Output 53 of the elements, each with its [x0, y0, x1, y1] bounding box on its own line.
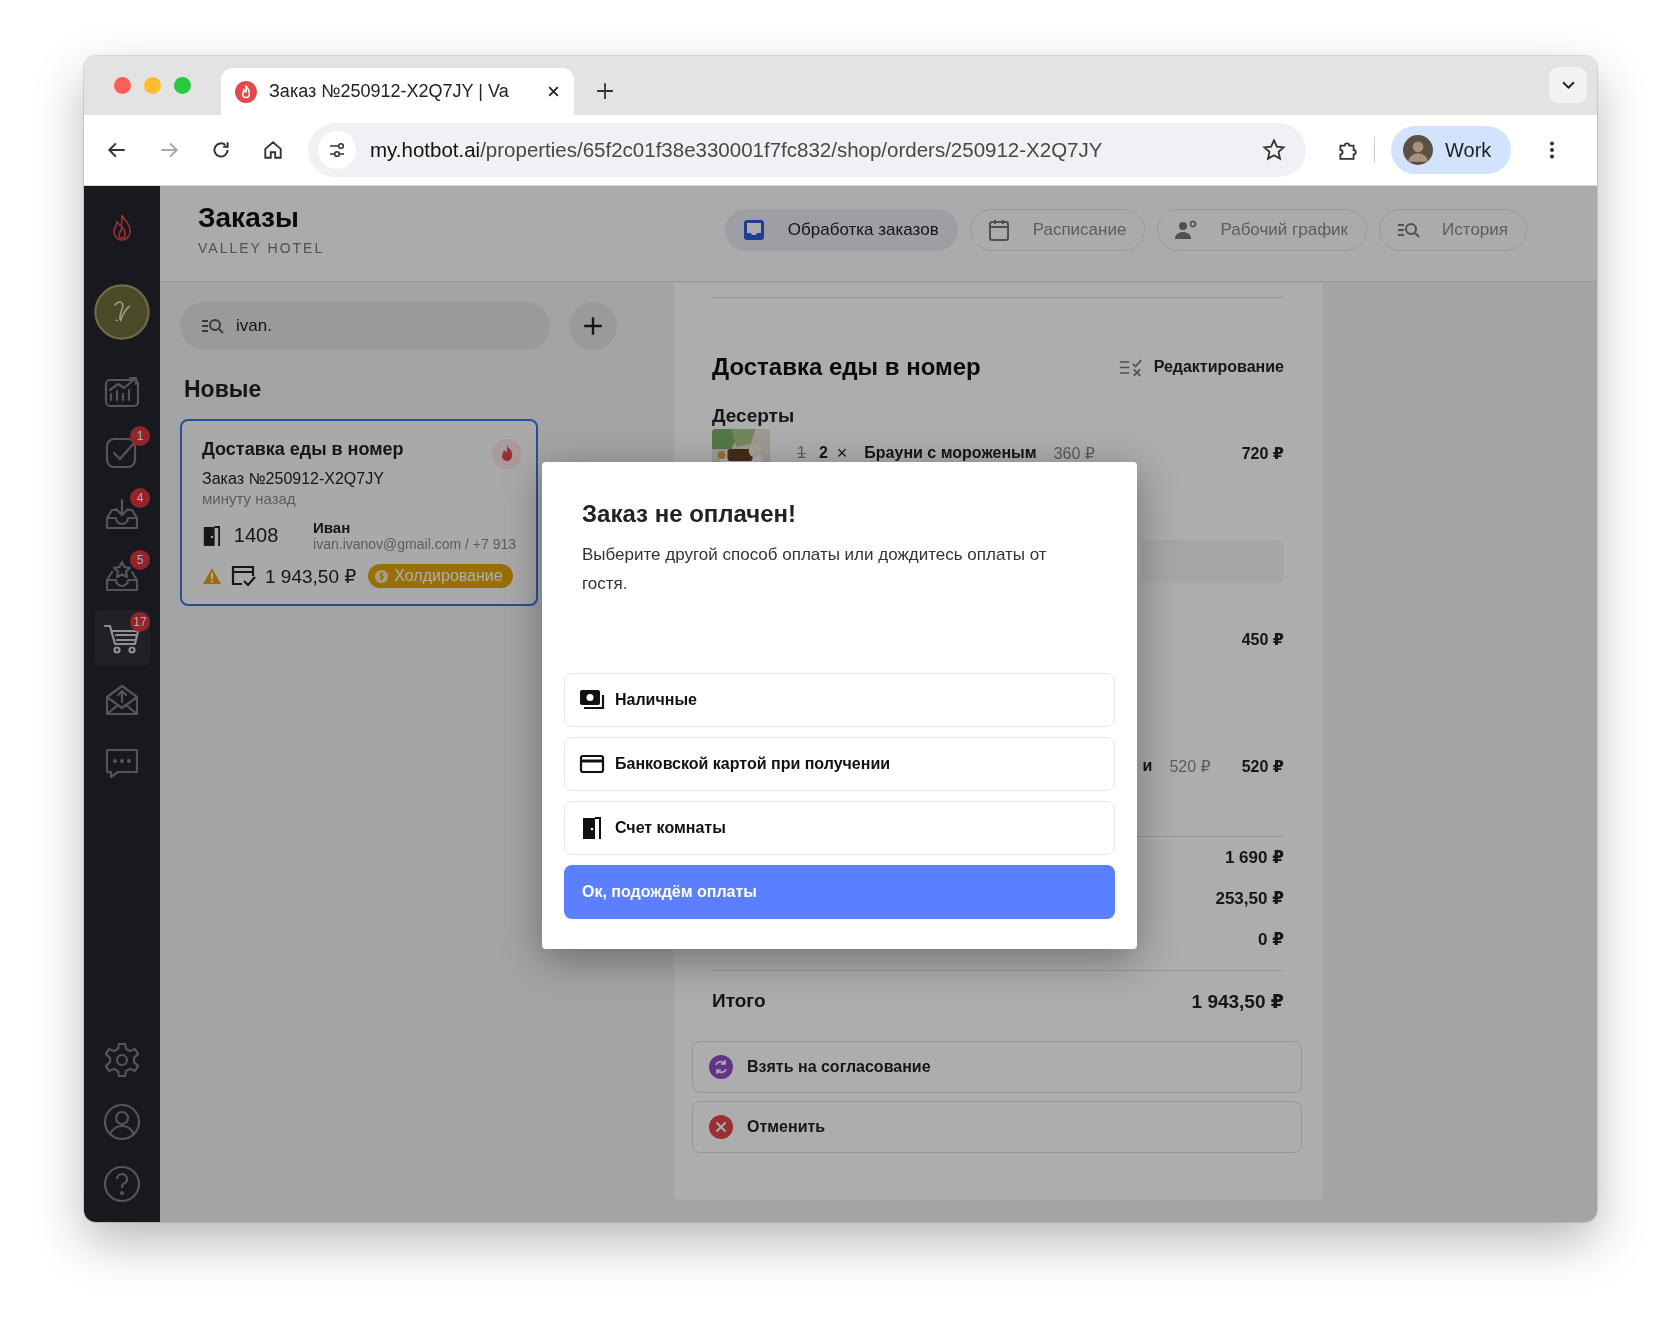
- item-name: Брауни с мороженым: [864, 444, 1037, 462]
- item-name: и: [1142, 757, 1153, 775]
- order-number: Заказ №250912-X2Q7JY: [202, 470, 385, 488]
- tab-title: Заказ №250912-X2Q7JY | Va: [269, 81, 510, 102]
- guest-contact: ivan.ivanov@gmail.com / +7 913: [313, 536, 516, 552]
- browser-tab[interactable]: Заказ №250912-X2Q7JY | Va: [221, 68, 574, 115]
- item-total: 450 ₽: [1240, 629, 1284, 649]
- quantity: 2: [818, 444, 828, 462]
- page-title: Заказы: [198, 201, 300, 234]
- item-total: 520 ₽: [1240, 756, 1284, 776]
- nav-tab[interactable]: Обработка заказов: [724, 208, 958, 251]
- address-bar[interactable]: my.hotbot.ai/properties/65f2c01f38e330001f7fc832/shop/orders/250912-X2Q7JY: [308, 123, 1306, 177]
- url-text: my.hotbot.ai/properties/65f2c01f38e330001f7fc832/shop/orders/250912-X2Q7JY: [370, 138, 1104, 162]
- room-number: 1408: [233, 524, 280, 547]
- count-badge: 17: [130, 612, 150, 632]
- dialog-title: Заказ не оплачен!: [581, 500, 798, 528]
- category-heading: Десерты: [712, 405, 796, 427]
- sidebar-item[interactable]: 4: [94, 486, 150, 542]
- total-value: 253,50 ₽: [1215, 888, 1284, 909]
- status-badge: Холдирование: [368, 564, 513, 588]
- section-heading: Новые: [184, 376, 263, 403]
- unit-price: 360 ₽: [1053, 443, 1095, 463]
- order-title: Доставка еды в номер: [712, 353, 981, 381]
- guest-name: Иван: [313, 519, 352, 536]
- count-badge: 1: [130, 426, 150, 446]
- total-value: 1 690 ₽: [1224, 847, 1284, 868]
- edit-button[interactable]: Редактирование: [1118, 357, 1284, 377]
- payment-option[interactable]: Наличные: [564, 673, 1115, 727]
- order-time: минуту назад: [202, 490, 297, 507]
- grand-total: 1 943,50 ₽: [1191, 989, 1284, 1013]
- total-value: 0 ₽: [1258, 929, 1284, 950]
- order-title: Доставка еды в номер: [202, 439, 405, 460]
- count-badge: 5: [130, 550, 150, 570]
- dialog-message: Выберите другой способ оплаты или дождитесь оплаты от гостя.: [581, 544, 1048, 595]
- sidebar-item[interactable]: 1: [94, 424, 150, 480]
- count-badge: 4: [130, 488, 150, 508]
- approval-button[interactable]: Взять на согласование: [692, 1041, 1302, 1093]
- unit-price: 520 ₽: [1169, 756, 1211, 776]
- old-quantity: 1: [796, 444, 807, 462]
- cancel-button[interactable]: Отменить: [692, 1101, 1302, 1153]
- sidebar-item[interactable]: 5: [94, 548, 150, 604]
- wait-payment-button[interactable]: Ок, подождём оплаты: [564, 865, 1115, 919]
- profile-button[interactable]: Work: [1391, 126, 1512, 174]
- hotel-name: VALLEY HOTEL: [198, 239, 325, 256]
- order-card[interactable]: Доставка еды в номер Заказ №250912-X2Q7JY минуту назад 1408 Иван ivan.ivanov@gmail.com / +7 913 1 943,50 ₽ Холдирование: [180, 419, 538, 606]
- total-label: Итого: [712, 990, 766, 1012]
- order-amount: 1 943,50 ₽: [265, 564, 357, 588]
- item-total: 720 ₽: [1240, 443, 1284, 463]
- search-field[interactable]: ivan.: [180, 302, 550, 350]
- sidebar-item[interactable]: 17: [94, 610, 150, 666]
- payment-option[interactable]: Счет комнаты: [564, 801, 1115, 855]
- times-sign: ×: [836, 442, 848, 464]
- payment-option[interactable]: Банковской картой при получении: [564, 737, 1115, 791]
